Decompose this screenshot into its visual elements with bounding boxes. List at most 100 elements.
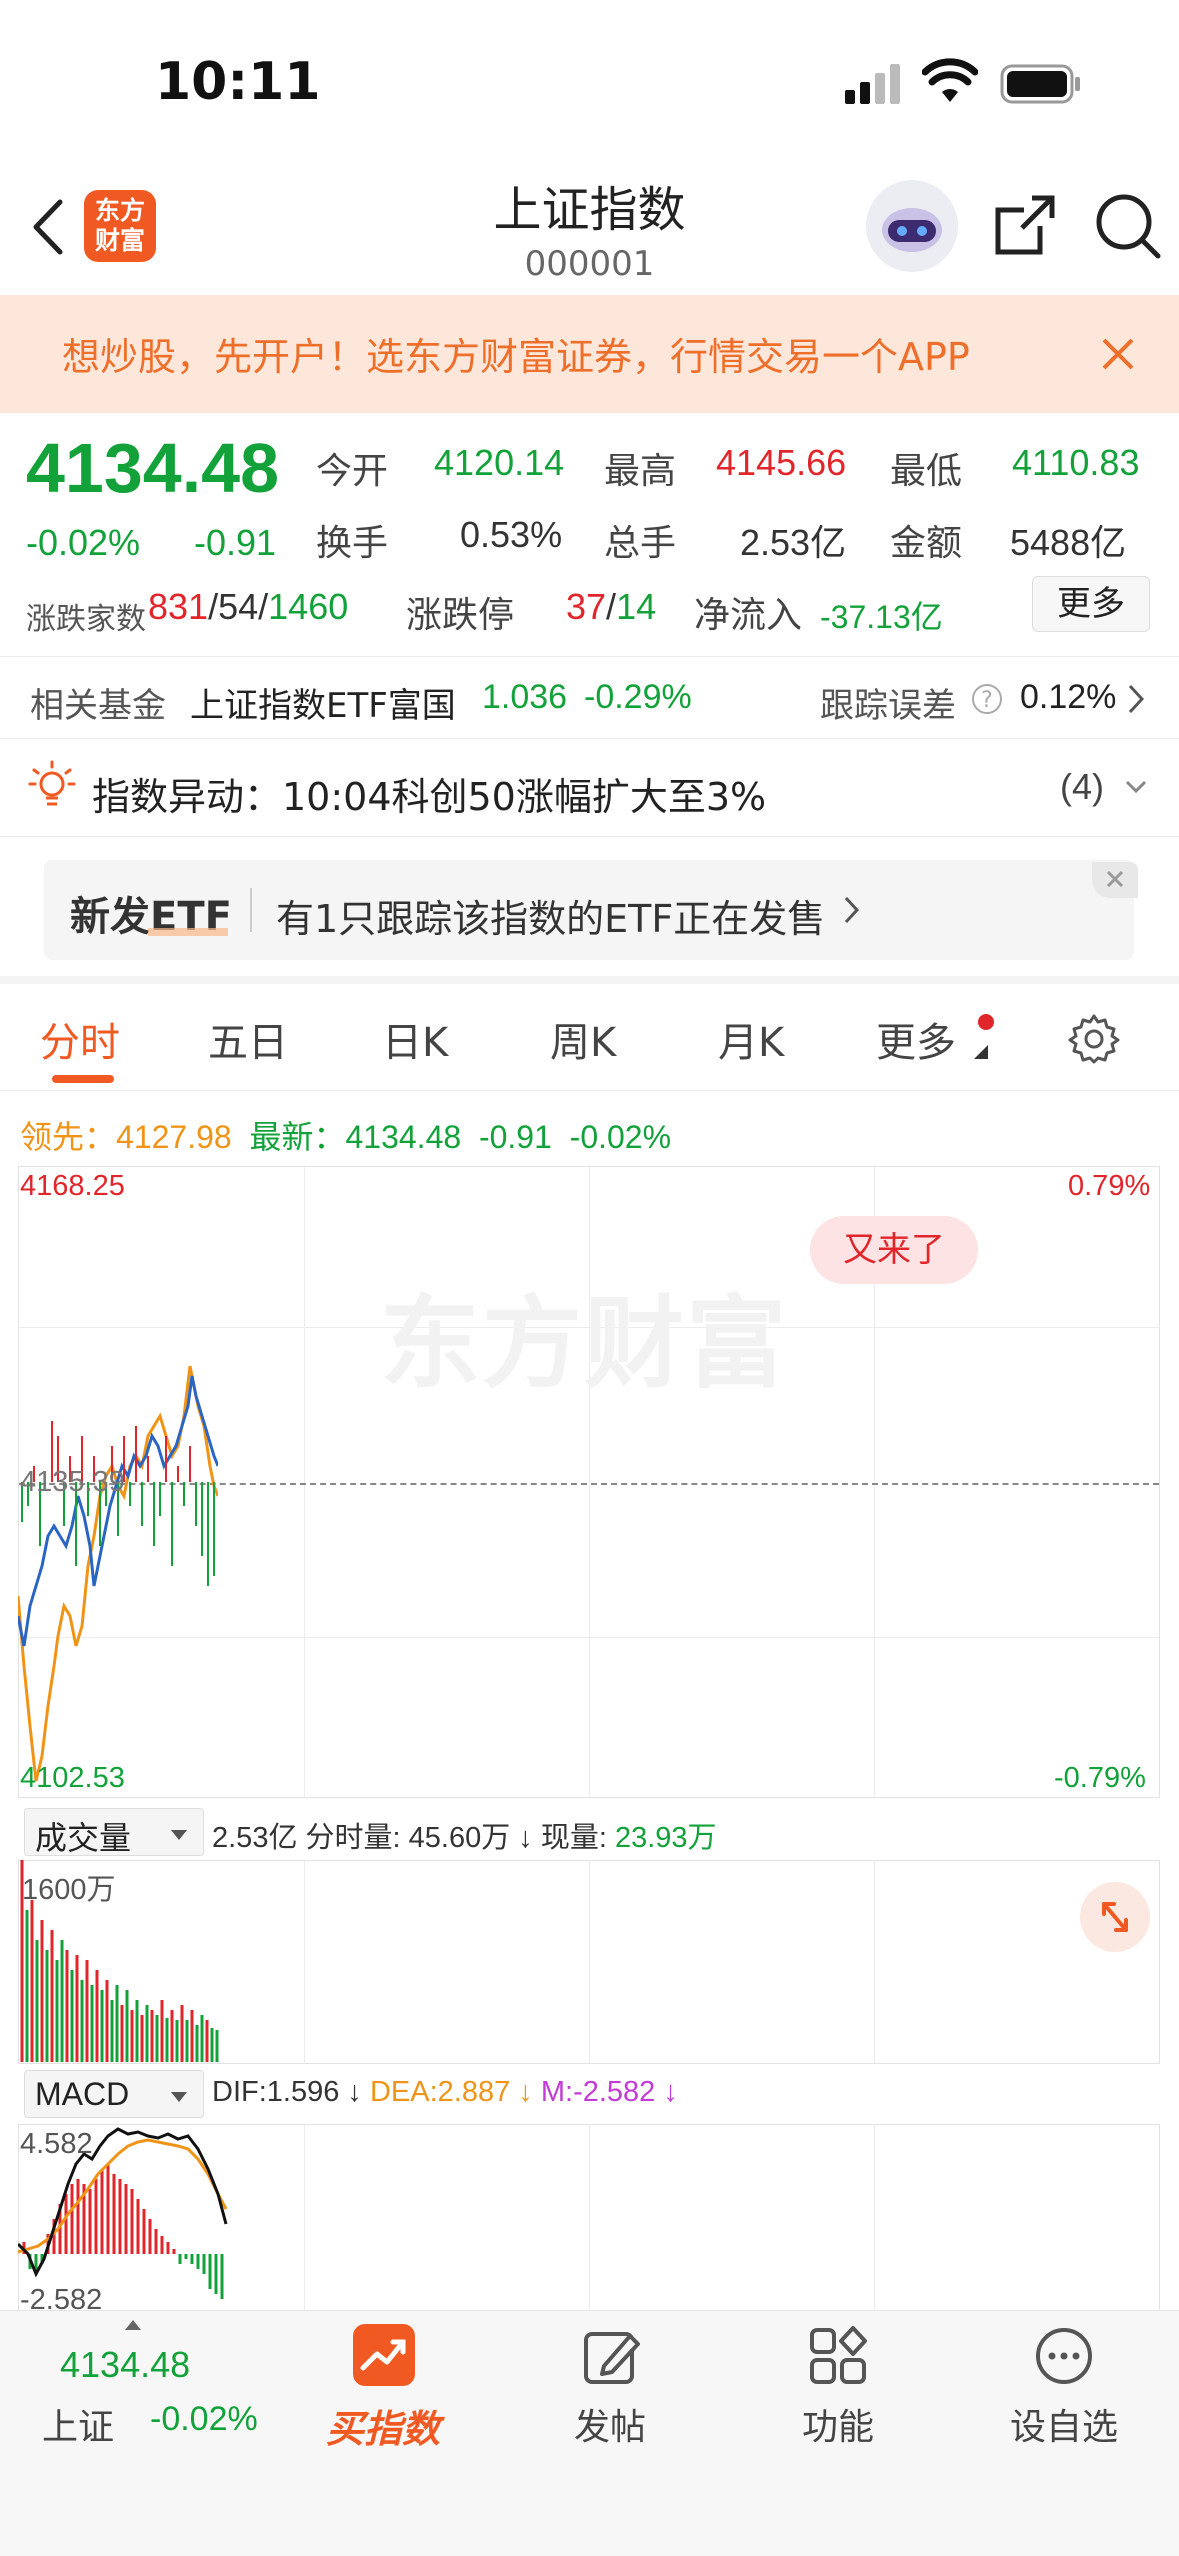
chevron-right-icon[interactable] [842,894,862,930]
functions-button[interactable]: 功能 [802,2398,874,2450]
y-axis-top: 4168.25 [20,1170,125,1202]
alert-text[interactable]: 指数异动：10:04科创50涨幅扩大至3% [92,766,766,821]
pct-axis-bottom: -0.79% [1054,1762,1146,1794]
breadth-values: 831/54/1460 [148,586,349,627]
tab-weekly-k[interactable]: 周K [550,1010,616,1068]
turnover-value: 0.53% [460,514,563,555]
notification-dot [978,1014,994,1030]
status-time: 10:11 [155,52,321,112]
buy-index-button[interactable]: 买指数 [326,2398,440,2453]
compose-icon[interactable] [582,2326,642,2390]
limit-up: 37 [566,586,607,627]
limit-label: 涨跌停 [406,595,515,636]
tab-monthly-k[interactable]: 月K [718,1010,784,1068]
close-icon[interactable] [1092,862,1138,898]
volume-y-top: 1600万 [22,1874,116,1906]
functions-icon[interactable] [808,2326,868,2390]
volume-value: 2.53亿 [740,522,847,563]
tab-more[interactable]: 更多 [876,1010,956,1068]
y-axis-bottom: 4102.53 [20,1762,125,1794]
assistant-avatar-icon[interactable] [866,180,958,272]
current-price: 4134.48 [26,429,280,507]
svg-text:?: ? [981,688,993,713]
macd-m: M:-2.582 [540,2076,656,2108]
tab-daily-k[interactable]: 日K [382,1010,448,1068]
lightbulb-icon [28,760,76,814]
add-watchlist-button[interactable]: 设自选 [1010,2398,1118,2450]
settings-gear-icon[interactable] [1068,1012,1120,1068]
divider [0,836,1179,837]
triangle-down-icon[interactable] [170,1826,188,1845]
amount-value: 5488亿 [1010,522,1127,563]
wifi-icon [921,58,979,108]
change-pct: -0.02% [26,522,141,563]
open-value: 4120.14 [434,442,565,483]
turnover-label: 换手 [316,523,389,564]
lead-label: 领先： [20,1119,117,1155]
new-etf-text[interactable]: 有1只跟踪该指数的ETF正在发售 [276,888,825,943]
bottom-index-pct[interactable]: -0.02% [150,2400,258,2439]
chart-watermark: 东方财富 [380,1285,788,1402]
lead-value: 4127.98 [116,1119,232,1155]
tab-intraday[interactable]: 分时 [40,1010,120,1068]
triangle-up-icon [124,2316,142,2335]
share-icon[interactable] [990,190,1060,264]
amount-label: 金额 [890,523,963,564]
fund-label: 相关基金 [30,686,166,726]
minute-volume-label: 分时量: [305,1822,401,1854]
search-icon[interactable] [1092,190,1164,266]
divider [0,656,1179,657]
tab-five-day[interactable]: 五日 [208,1010,288,1068]
high-value: 4145.66 [716,442,847,483]
latest-value: 4134.48 [345,1119,462,1155]
triangle-down-icon[interactable] [170,2088,188,2107]
buy-index-icon[interactable] [353,2324,415,2386]
down-count: 1460 [268,586,349,627]
change-value: -0.91 [194,522,277,563]
post-button[interactable]: 发帖 [574,2398,646,2450]
battery-icon [1000,64,1082,108]
breadth-label: 涨跌家数 [26,602,146,637]
low-label: 最低 [890,451,963,492]
fund-name[interactable]: 上证指数ETF富国 [190,678,456,727]
chevron-down-icon[interactable] [1124,778,1148,800]
selector-label: MACD [35,2076,130,2112]
macd-y-top: 4.582 [20,2128,93,2160]
now-volume-label: 现量: [540,1822,607,1854]
expand-icon[interactable] [1080,1882,1150,1952]
card-divider [250,888,252,932]
high-label: 最高 [604,451,677,492]
track-error-label: 跟踪误差 [820,686,956,726]
volume-total: 2.53亿 [212,1822,298,1854]
bottom-index-price[interactable]: 4134.48 [60,2344,190,2386]
lead-line [18,1365,218,1782]
close-icon[interactable] [1100,336,1136,376]
bottom-index-name[interactable]: 上证 [42,2398,114,2450]
more-button[interactable]: 更多 [1032,576,1150,632]
badge-underline [148,928,228,936]
limit-values: 37/14 [566,586,657,627]
help-icon[interactable]: ? [970,682,1004,720]
divider [0,1090,1179,1091]
corner-arrow-icon [974,1044,988,1063]
low-value: 4110.83 [1012,442,1140,483]
latest-pct: -0.02% [569,1119,672,1155]
chevron-right-icon[interactable] [1126,682,1148,720]
chart-legend: 领先：4127.98 最新：4134.48 -0.91 -0.02% [20,1112,671,1158]
signal-icon [845,62,901,108]
flat-count: 54 [218,586,259,627]
y-axis-mid: 4135.39 [20,1466,125,1498]
home-indicator [0,2520,1179,2556]
fund-change: -0.29% [584,678,692,716]
alert-count[interactable]: (4) [1060,766,1104,808]
selector-label: 成交量 [35,1819,132,1857]
latest-label: 最新： [249,1119,346,1155]
section-gap [0,976,1179,984]
netflow-value: -37.13亿 [820,599,943,635]
more-options-icon[interactable] [1034,2326,1094,2390]
up-count: 831 [148,586,209,627]
comment-bubble[interactable]: 又来了 [810,1216,978,1284]
promo-banner-text[interactable]: 想炒股，先开户！选东方财富证券，行情交易一个APP [62,326,1062,381]
now-volume-value: 23.93万 [614,1822,717,1854]
fund-price: 1.036 [482,678,568,716]
